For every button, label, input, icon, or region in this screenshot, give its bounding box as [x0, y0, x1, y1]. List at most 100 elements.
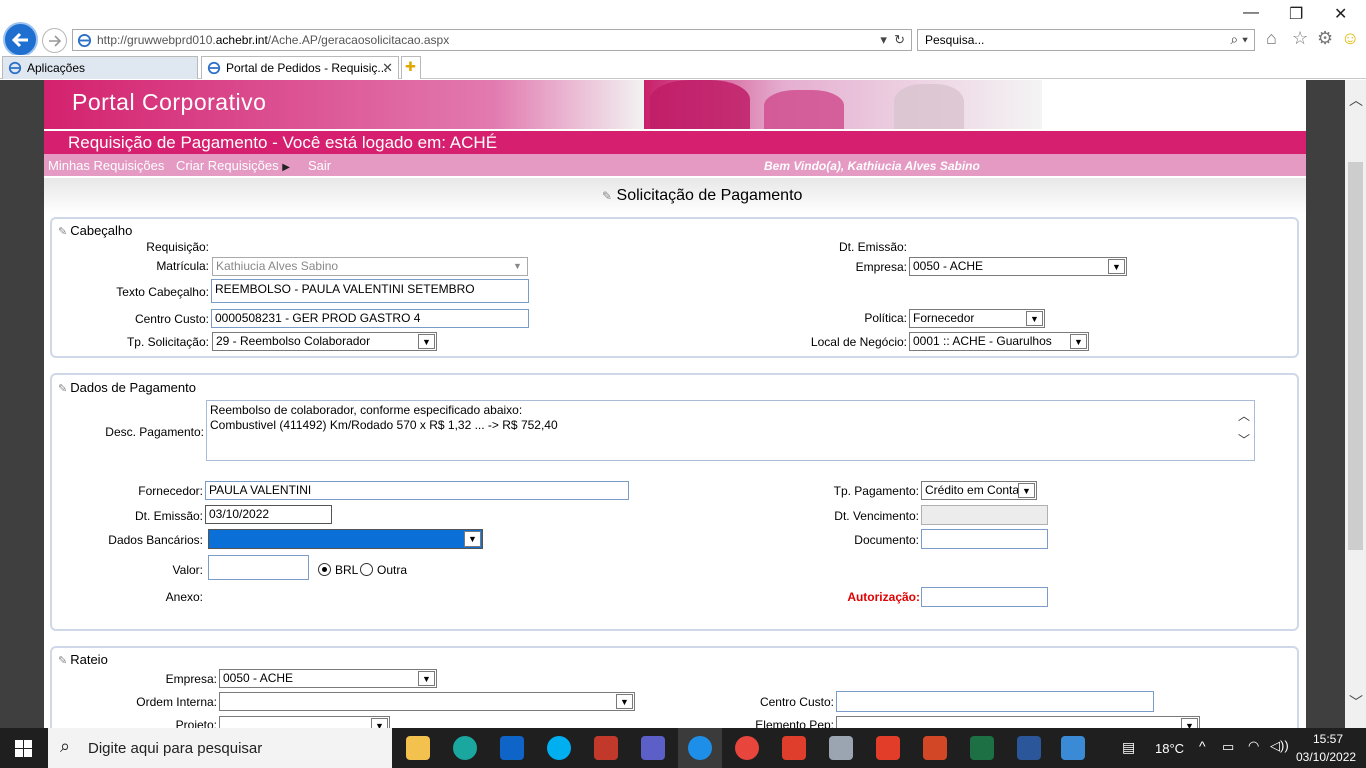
close-tab-icon[interactable]: ✕: [382, 60, 393, 76]
tp-pagamento-select[interactable]: Crédito em Conta ▼: [921, 481, 1037, 500]
gear-icon[interactable]: ⚙: [1317, 28, 1333, 49]
temperature-text[interactable]: 18°C: [1155, 741, 1184, 756]
dados-bancarios-label: Dados Bancários:: [108, 533, 203, 547]
speaker-icon[interactable]: ◁)): [1270, 738, 1289, 754]
rateio-empresa-select[interactable]: 0050 - ACHE ▼: [219, 669, 437, 688]
minimize-button[interactable]: —: [1243, 4, 1259, 22]
close-window-button[interactable]: ✕: [1334, 4, 1347, 24]
outlook-icon[interactable]: [500, 736, 524, 760]
matricula-select[interactable]: Kathiucia Alves Sabino ▼: [212, 257, 528, 276]
smiley-feedback-icon[interactable]: ☺: [1341, 28, 1359, 49]
back-button[interactable]: [3, 22, 38, 57]
scroll-down-icon[interactable]: ﹀: [1238, 433, 1250, 448]
restore-button[interactable]: ❐: [1289, 4, 1303, 24]
file-explorer-icon[interactable]: [406, 736, 430, 760]
elemento-pep-select[interactable]: ▼: [836, 716, 1200, 728]
rateio-centro-custo-input[interactable]: [836, 691, 1154, 712]
brl-radio[interactable]: [318, 563, 331, 576]
chevron-down-icon: ▼: [464, 531, 481, 547]
pen-icon: ✎: [58, 226, 68, 238]
clock-date[interactable]: 03/10/2022: [1296, 750, 1356, 764]
calculator-icon[interactable]: [829, 736, 853, 760]
chevron-down-icon: ▼: [1018, 483, 1035, 498]
fornecedor-input[interactable]: PAULA VALENTINI: [205, 481, 629, 500]
taskbar-search-box[interactable]: ⌕ Digite aqui para pesquisar: [48, 728, 392, 768]
teams-icon[interactable]: [641, 736, 665, 760]
autorizacao-input[interactable]: [921, 587, 1048, 607]
valor-label: Valor:: [172, 563, 203, 577]
anydesk-icon[interactable]: [782, 736, 806, 760]
home-icon[interactable]: ⌂: [1266, 28, 1277, 49]
group-title-text: Cabeçalho: [70, 223, 133, 238]
news-widget-icon[interactable]: ▤: [1122, 739, 1135, 756]
powerpoint-icon[interactable]: [923, 736, 947, 760]
local-negocio-select[interactable]: 0001 :: ACHE - Guarulhos ▼: [909, 332, 1089, 351]
excel-icon[interactable]: [970, 736, 994, 760]
empresa-select[interactable]: 0050 - ACHE ▼: [909, 257, 1127, 276]
address-bar[interactable]: http://gruwwebprd010.achebr.int/Ache.AP/…: [72, 29, 912, 51]
empresa-value: 0050 - ACHE: [913, 259, 984, 273]
desc-pagamento-label: Desc. Pagamento:: [105, 425, 204, 439]
rateio-empresa-label: Empresa:: [165, 672, 217, 686]
documento-input[interactable]: [921, 529, 1048, 549]
rateio-title: ✎ Rateio: [58, 652, 108, 667]
wifi-icon[interactable]: ◠: [1248, 738, 1259, 754]
vertical-scrollbar[interactable]: ︿ ﹀: [1345, 80, 1366, 728]
tp-solicitacao-select[interactable]: 29 - Reembolso Colaborador ▼: [212, 332, 437, 351]
refresh-icon[interactable]: ↻: [894, 32, 905, 47]
battery-icon[interactable]: ▭: [1222, 739, 1234, 755]
new-tab-button[interactable]: ✚: [401, 56, 421, 79]
arrow-left-icon: [11, 32, 28, 48]
ordem-interna-select[interactable]: ▼: [219, 692, 635, 711]
desc-line: Combustivel (411492) Km/Rodado 570 x R$ …: [210, 418, 558, 432]
politica-select[interactable]: Fornecedor ▼: [909, 309, 1045, 328]
photos-icon[interactable]: [1061, 736, 1085, 760]
scroll-thumb[interactable]: [1348, 162, 1363, 550]
search-icon[interactable]: ⌕ ▾: [1230, 31, 1248, 48]
desc-pagamento-textarea[interactable]: Reembolso de colaborador, conforme espec…: [206, 400, 1255, 461]
autorizacao-label: Autorização:: [847, 590, 920, 604]
texto-cabecalho-input[interactable]: REEMBOLSO - PAULA VALENTINI SETEMBRO: [211, 279, 529, 303]
menu-criar-requisicoes[interactable]: Criar Requisições ▶: [176, 158, 290, 173]
favorites-star-icon[interactable]: ☆: [1292, 28, 1308, 49]
pdf-icon[interactable]: [876, 736, 900, 760]
browser-search-box[interactable]: Pesquisa... ⌕ ▾: [917, 29, 1255, 51]
address-controls[interactable]: ▾ ↻: [880, 32, 905, 48]
desc-line: Reembolso de colaborador, conforme espec…: [210, 403, 523, 417]
rateio-empresa-value: 0050 - ACHE: [223, 671, 294, 685]
scroll-up-icon[interactable]: ︿: [1349, 90, 1363, 110]
ie-tab-icon: [8, 61, 22, 75]
chevron-down-icon: ▼: [1070, 334, 1087, 349]
windows-start-icon[interactable]: [15, 740, 32, 757]
menu-minhas-requisicoes[interactable]: Minhas Requisições: [48, 158, 164, 173]
taskbar-active-app[interactable]: [678, 728, 722, 768]
centro-custo-input[interactable]: 0000508231 - GER PROD GASTRO 4: [211, 309, 529, 328]
banner-photo: [644, 80, 1042, 129]
group-title-text: Dados de Pagamento: [70, 380, 196, 395]
dados-bancarios-select[interactable]: ▼: [208, 529, 483, 549]
scroll-up-icon[interactable]: ︿: [1238, 409, 1250, 424]
scroll-down-icon[interactable]: ﹀: [1349, 692, 1363, 712]
matricula-label: Matrícula:: [156, 259, 209, 273]
empresa-label: Empresa:: [855, 260, 907, 274]
valor-input[interactable]: [208, 555, 309, 580]
chevron-up-icon[interactable]: ^: [1199, 738, 1206, 754]
tab-portal-pedidos[interactable]: Portal de Pedidos - Requisiç... ✕: [201, 56, 399, 79]
tab-strip: Aplicações Portal de Pedidos - Requisiç.…: [0, 55, 1366, 79]
forward-button[interactable]: [42, 28, 67, 53]
word-icon[interactable]: [1017, 736, 1041, 760]
chrome-icon[interactable]: [735, 736, 759, 760]
skype-icon[interactable]: [547, 736, 571, 760]
projeto-select[interactable]: ▼: [219, 716, 390, 728]
edge-icon[interactable]: [453, 736, 477, 760]
menu-sair[interactable]: Sair: [308, 158, 331, 173]
ordem-interna-label: Ordem Interna:: [136, 695, 217, 709]
outra-radio[interactable]: [360, 563, 373, 576]
portal-title: Portal Corporativo: [72, 89, 267, 115]
page-title-text: Solicitação de Pagamento: [616, 187, 803, 204]
dt-emissao-input[interactable]: 03/10/2022: [205, 505, 332, 524]
dropdown-icon[interactable]: ▾: [880, 32, 887, 47]
clock-time[interactable]: 15:57: [1313, 732, 1343, 746]
tab-aplicacoes[interactable]: Aplicações: [2, 56, 198, 79]
security-app-icon[interactable]: [594, 736, 618, 760]
